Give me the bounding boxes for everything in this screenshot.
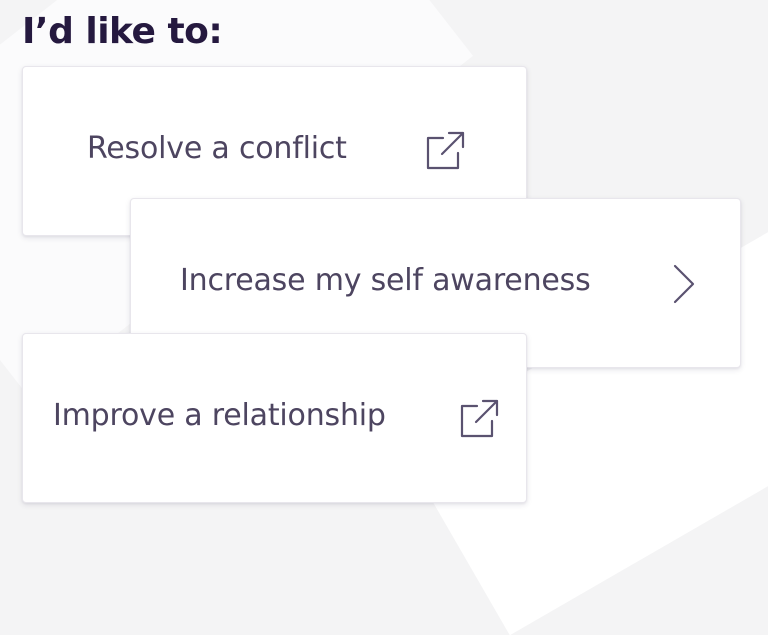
- chevron-right-icon: [673, 264, 695, 304]
- option-label: Resolve a conflict: [87, 131, 347, 166]
- option-card-improve-relationship[interactable]: Improve a relationship: [22, 333, 527, 503]
- page-title: I’d like to:: [22, 11, 223, 52]
- external-link-icon: [426, 131, 465, 170]
- option-label: Increase my self awareness: [180, 263, 591, 298]
- option-label: Improve a relationship: [53, 398, 386, 433]
- external-link-icon: [460, 399, 499, 438]
